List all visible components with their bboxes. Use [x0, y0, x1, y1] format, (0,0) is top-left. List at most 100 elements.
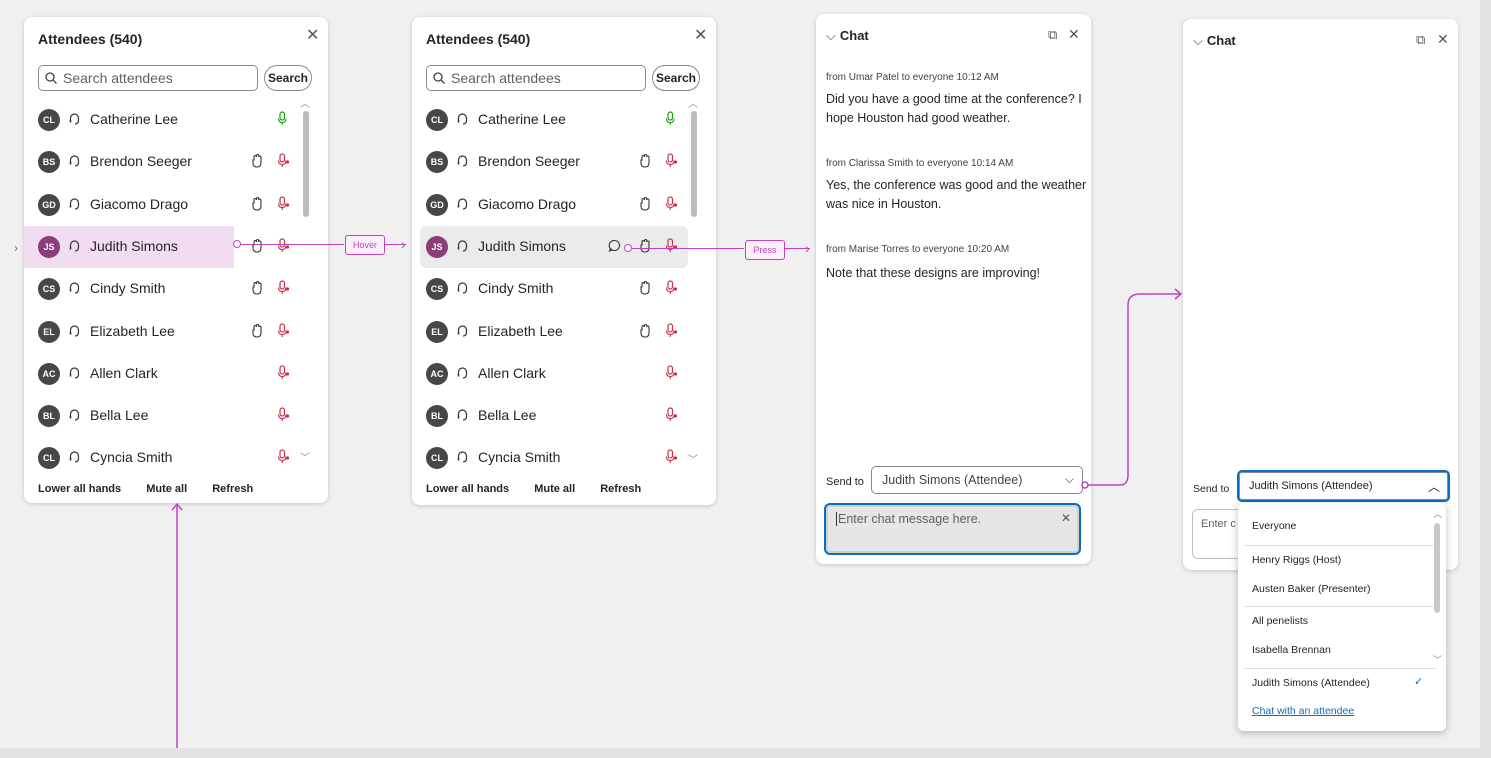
attendee-row[interactable]: JS Judith Simons [420, 225, 688, 268]
search-input[interactable]: Search attendees [38, 65, 258, 91]
menu-option-attendee[interactable]: Isabella Brennan [1252, 644, 1331, 656]
avatar: CS [426, 278, 448, 301]
attendee-row[interactable]: BS Brendon Seeger [412, 141, 684, 183]
close-icon[interactable]: ✕ [306, 25, 319, 45]
refresh-button[interactable]: Refresh [600, 483, 641, 495]
attendee-row[interactable]: BS Brendon Seeger [24, 141, 296, 183]
scroll-up-icon[interactable]: ︿ [1433, 507, 1442, 520]
scroll-up-icon[interactable]: ︿ [300, 95, 310, 110]
chat-header[interactable]: ⌵ Chat [826, 28, 869, 44]
mic-muted-icon[interactable] [276, 238, 290, 259]
mute-all-button[interactable]: Mute all [146, 483, 187, 495]
close-icon[interactable]: ✕ [694, 25, 707, 45]
chevron-down-icon[interactable]: ⌵ [1193, 33, 1203, 48]
avatar: BS [38, 151, 60, 174]
popout-icon[interactable]: ⧉ [1416, 32, 1425, 48]
raised-hand-icon[interactable] [252, 281, 262, 300]
attendee-row[interactable]: JS Judith Simons [24, 225, 290, 268]
avatar: BS [426, 151, 448, 174]
send-to-dropdown[interactable]: Judith Simons (Attendee) ︿ [1237, 470, 1450, 502]
raised-hand-icon[interactable] [640, 196, 650, 216]
mic-muted-icon[interactable] [276, 407, 290, 428]
mic-muted-icon[interactable] [276, 153, 290, 174]
attendee-row[interactable]: CL Cyncia Smith [24, 437, 296, 479]
attendee-row[interactable]: AC Allen Clark [412, 353, 684, 395]
attendee-row[interactable]: CL Catherine Lee [24, 99, 296, 141]
attendee-name: Catherine Lee [478, 111, 566, 127]
scroll-down-icon[interactable]: ﹀ [688, 451, 698, 466]
attendee-row[interactable]: BL Bella Lee [412, 395, 684, 437]
mic-muted-icon[interactable] [664, 280, 678, 301]
mic-muted-icon[interactable] [276, 449, 290, 470]
mute-all-button[interactable]: Mute all [534, 483, 575, 495]
menu-option-presenter[interactable]: Austen Baker (Presenter) [1252, 583, 1370, 595]
chat-with-attendee-link[interactable]: Chat with an attendee [1252, 705, 1354, 717]
mic-muted-icon[interactable] [276, 280, 290, 301]
chat-header[interactable]: ⌵ Chat [1193, 33, 1236, 49]
scrollbar-track[interactable] [303, 111, 309, 217]
chat-message-input[interactable]: Enter chat message here. ✕ [824, 503, 1081, 555]
popout-icon[interactable]: ⧉ [1048, 27, 1057, 43]
raised-hand-icon[interactable] [252, 196, 262, 216]
mic-muted-icon[interactable] [664, 153, 678, 174]
refresh-button[interactable]: Refresh [212, 483, 253, 495]
mic-muted-icon[interactable] [664, 322, 678, 344]
scroll-down-icon[interactable]: ﹀ [1433, 653, 1442, 666]
attendee-row[interactable]: CS Cindy Smith [24, 268, 296, 310]
scroll-down-icon[interactable]: ﹀ [300, 449, 310, 464]
divider [1244, 606, 1436, 607]
menu-option-everyone[interactable]: Everyone [1252, 520, 1296, 532]
attendee-row[interactable]: EL Elizabeth Lee [24, 311, 296, 353]
raised-hand-icon[interactable] [252, 323, 262, 343]
mic-muted-icon[interactable] [664, 365, 678, 386]
canvas-bottom-border [0, 748, 1491, 758]
avatar: JS [426, 235, 448, 258]
scrollbar-track[interactable] [1434, 523, 1440, 613]
attendee-name: Brendon Seeger [90, 153, 192, 170]
close-icon[interactable]: ✕ [1437, 31, 1449, 48]
lower-all-hands-button[interactable]: Lower all hands [426, 483, 509, 495]
mic-muted-icon[interactable] [664, 195, 678, 217]
clear-icon[interactable]: ✕ [1061, 511, 1071, 525]
mic-muted-icon[interactable] [664, 449, 678, 470]
mic-on-icon[interactable] [664, 111, 678, 132]
scrollbar-track[interactable] [691, 111, 697, 217]
menu-option-host[interactable]: Henry Riggs (Host) [1252, 554, 1341, 566]
mic-muted-icon[interactable] [276, 322, 290, 344]
checkmark-icon: ✓ [1414, 676, 1424, 688]
attendee-row[interactable]: CL Cyncia Smith [412, 437, 684, 479]
chat-bubble-icon[interactable] [608, 239, 621, 257]
close-icon[interactable]: ✕ [1068, 26, 1080, 43]
send-to-dropdown[interactable]: Judith Simons (Attendee) ⌵ [871, 466, 1083, 494]
attendee-row[interactable]: CL Catherine Lee [412, 99, 684, 141]
attendee-row[interactable]: AC Allen Clark [24, 353, 296, 395]
menu-option-selected-attendee[interactable]: Judith Simons (Attendee) [1252, 677, 1370, 689]
search-input[interactable]: Search attendees [426, 65, 646, 91]
avatar: EL [426, 320, 448, 343]
raised-hand-icon[interactable] [640, 281, 650, 300]
headset-icon [456, 408, 469, 427]
raised-hand-icon[interactable] [640, 154, 650, 173]
scroll-up-icon[interactable]: ︿ [688, 95, 698, 110]
chevron-down-icon[interactable]: ⌵ [826, 28, 836, 43]
attendee-name: Bella Lee [478, 407, 537, 424]
attendee-row[interactable]: EL Elizabeth Lee [412, 311, 684, 353]
attendee-row[interactable]: BL Bella Lee [24, 395, 296, 437]
lower-all-hands-button[interactable]: Lower all hands [38, 483, 121, 495]
search-button[interactable]: Search [264, 65, 312, 91]
raised-hand-icon[interactable] [252, 154, 262, 173]
menu-option-all-panelists[interactable]: All penelists [1252, 615, 1308, 627]
mic-muted-icon[interactable] [276, 195, 290, 217]
attendee-row[interactable]: GD Giacomo Drago [24, 184, 296, 226]
mic-muted-icon[interactable] [664, 407, 678, 428]
mic-on-icon[interactable] [276, 111, 290, 132]
search-button[interactable]: Search [652, 65, 700, 91]
attendee-name: Judith Simons [90, 237, 178, 254]
panel-footer: Lower all hands Mute all Refresh [38, 483, 275, 495]
attendee-row[interactable]: GD Giacomo Drago [412, 184, 684, 226]
mic-muted-icon[interactable] [276, 365, 290, 386]
raised-hand-icon[interactable] [640, 323, 650, 343]
raised-hand-icon[interactable] [252, 238, 262, 258]
input-placeholder: Enter c [1201, 518, 1236, 530]
attendee-row[interactable]: CS Cindy Smith [412, 268, 684, 310]
